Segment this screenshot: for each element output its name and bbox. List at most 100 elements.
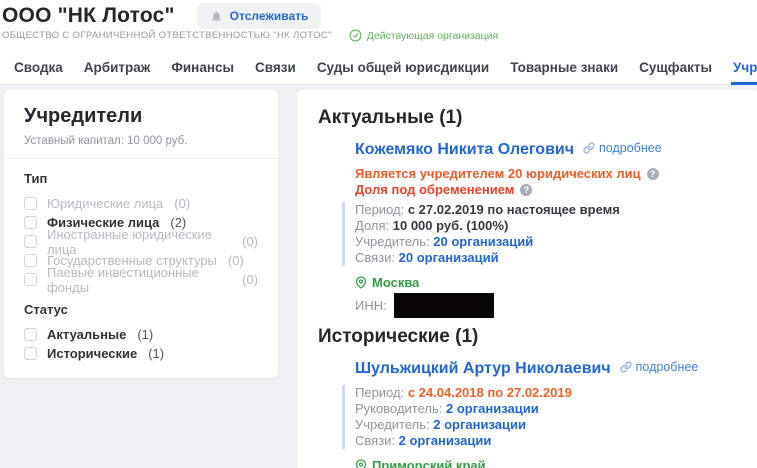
link-icon (583, 142, 595, 154)
details-link[interactable]: подробнее (620, 360, 699, 374)
subtitle-row: ОБЩЕСТВО С ОГРАНИЧЕННОЙ ОТВЕТСТВЕННОСТЬЮ… (2, 29, 498, 42)
detail-row: Период: с 27.02.2019 по настоящее время (355, 202, 757, 218)
filter-count: (1) (148, 346, 164, 361)
detail-label: Доля: (355, 218, 393, 233)
detail-label: Учредитель: (355, 234, 433, 249)
detail-value: с 24.04.2018 по 27.02.2019 (408, 385, 572, 400)
warning-label: Доля под обременением (355, 182, 514, 198)
tab-sushchfakty[interactable]: Сущфакты (639, 54, 712, 85)
person-card: Шульжицкий Артур Николаевич подробнее Пе… (342, 360, 757, 468)
filter-label: Актуальные (47, 327, 126, 342)
tab-bar: Сводка Арбитраж Финансы Связи Суды общей юри… (14, 54, 757, 85)
check-circle-icon (349, 29, 362, 42)
tab-svyazi[interactable]: Связи (255, 54, 296, 85)
sidebar-title: Учредители (24, 105, 258, 128)
tab-finansy[interactable]: Финансы (171, 54, 234, 85)
map-pin-icon (355, 276, 367, 289)
checkbox[interactable] (24, 254, 37, 267)
checkbox[interactable] (24, 347, 37, 360)
bell-icon (210, 10, 223, 23)
person-details: Период: с 24.04.2018 по 27.02.2019Руково… (342, 385, 757, 449)
detail-label: Связи: (355, 433, 399, 448)
detail-label: Руководитель: (355, 401, 446, 416)
detail-row: Руководитель: 2 организации (355, 401, 757, 417)
filter-checkbox-row[interactable]: Иностранные юридические лица (0) (24, 232, 258, 251)
detail-value-link[interactable]: 2 организации (446, 401, 539, 416)
detail-label: Период: (355, 202, 408, 217)
tab-sudy[interactable]: Суды общей юрисдикции (317, 54, 489, 85)
filter-groups: Тип Юридические лица (0) Физические лица… (24, 171, 258, 363)
filter-group: Тип Юридические лица (0) Физические лица… (24, 171, 258, 289)
filter-checkbox-row[interactable]: Актуальные (1) (24, 325, 258, 344)
details-link[interactable]: подробнее (583, 141, 662, 155)
detail-row: Связи: 20 организаций (355, 250, 757, 266)
filter-count: (0) (174, 196, 190, 211)
filter-label: Паевые инвестиционные фонды (47, 265, 231, 295)
filter-label: Иностранные юридические лица (47, 227, 231, 257)
founders-filter-panel: Учредители Уставный капитал: 10 000 руб.… (4, 90, 278, 378)
section-heading: Исторические (1) (318, 326, 757, 348)
person-details: Период: с 27.02.2019 по настоящее времяД… (342, 202, 757, 266)
tab-tovarnye-znaki[interactable]: Товарные знаки (510, 54, 618, 85)
company-full-name: ОБЩЕСТВО С ОГРАНИЧЕННОЙ ОТВЕТСТВЕННОСТЬЮ… (2, 30, 332, 41)
detail-label: Период: (355, 385, 408, 400)
detail-value-link[interactable]: 2 организации (399, 433, 492, 448)
filter-count: (0) (242, 234, 258, 249)
tab-svodka[interactable]: Сводка (14, 54, 63, 85)
person-name-link[interactable]: Шульжицкий Артур Николаевич (355, 360, 611, 378)
map-pin-icon (355, 459, 367, 468)
checkbox[interactable] (24, 328, 37, 341)
filter-checkbox-row[interactable]: Паевые инвестиционные фонды (0) (24, 270, 258, 289)
location-label: Приморский край (372, 458, 486, 468)
filter-count: (1) (137, 327, 153, 342)
follow-button[interactable]: Отслеживать (197, 3, 322, 29)
checkbox[interactable] (24, 197, 37, 210)
link-icon (620, 361, 632, 373)
tab-arbitrazh[interactable]: Арбитраж (84, 54, 151, 85)
warning-text: Является учредителем 20 юридических лиц? (355, 166, 757, 182)
detail-value-link[interactable]: 20 организаций (399, 250, 499, 265)
filter-group-label: Статус (24, 302, 258, 317)
detail-row: Учредитель: 2 организации (355, 417, 757, 433)
filter-count: (0) (242, 272, 258, 287)
detail-value-link[interactable]: 20 организаций (433, 234, 533, 249)
detail-row: Учредитель: 20 организаций (355, 234, 757, 250)
inn-row: ИНН: (355, 293, 757, 318)
charter-capital: Уставный капитал: 10 000 руб. (24, 135, 258, 147)
status-badge-label: Действующая организация (367, 30, 498, 42)
detail-row: Связи: 2 организации (355, 433, 757, 449)
location: Москва (355, 274, 757, 290)
company-title: ООО "НК Лотос" (2, 4, 175, 28)
filter-checkbox-row[interactable]: Исторические (1) (24, 344, 258, 363)
filter-checkbox-row[interactable]: Юридические лица (0) (24, 194, 258, 213)
tab-uchrediteli[interactable]: Учредители (733, 54, 757, 85)
detail-row: Период: с 24.04.2018 по 27.02.2019 (355, 385, 757, 401)
founders-section: Исторические (1) Шульжицкий Артур Никола… (318, 326, 757, 468)
status-badge: Действующая организация (349, 29, 498, 42)
detail-row: Доля: 10 000 руб. (100%) (355, 218, 757, 234)
detail-value-link[interactable]: 2 организации (433, 417, 526, 432)
person-card: Кожемяко Никита Олегович подробнее Являе… (342, 141, 757, 318)
title-row: ООО "НК Лотос" Отслеживать (2, 3, 321, 29)
company-profile-page: ООО "НК Лотос" Отслеживать ОБЩЕСТВО С ОГ… (0, 0, 757, 468)
section-heading: Актуальные (1) (318, 107, 757, 129)
location: Приморский край (355, 457, 757, 468)
redacted-inn-value (394, 293, 494, 318)
warning-label: Является учредителем 20 юридических лиц (355, 166, 641, 182)
detail-value: 10 000 руб. (100%) (393, 218, 509, 233)
filter-label: Юридические лица (47, 196, 163, 211)
person-name-link[interactable]: Кожемяко Никита Олегович (355, 141, 574, 159)
details-link-label: подробнее (636, 360, 699, 374)
filter-group-label: Тип (24, 171, 258, 186)
detail-label: Связи: (355, 250, 399, 265)
follow-button-label: Отслеживать (230, 9, 309, 23)
company-header: ООО "НК Лотос" Отслеживать ОБЩЕСТВО С ОГ… (0, 0, 757, 85)
checkbox[interactable] (24, 216, 37, 229)
detail-value: с 27.02.2019 по настоящее время (408, 202, 620, 217)
details-link-label: подробнее (599, 141, 662, 155)
filter-label: Исторические (47, 346, 137, 361)
info-icon[interactable]: ? (520, 184, 532, 196)
info-icon[interactable]: ? (647, 168, 659, 180)
checkbox[interactable] (24, 273, 37, 286)
checkbox[interactable] (24, 235, 37, 248)
